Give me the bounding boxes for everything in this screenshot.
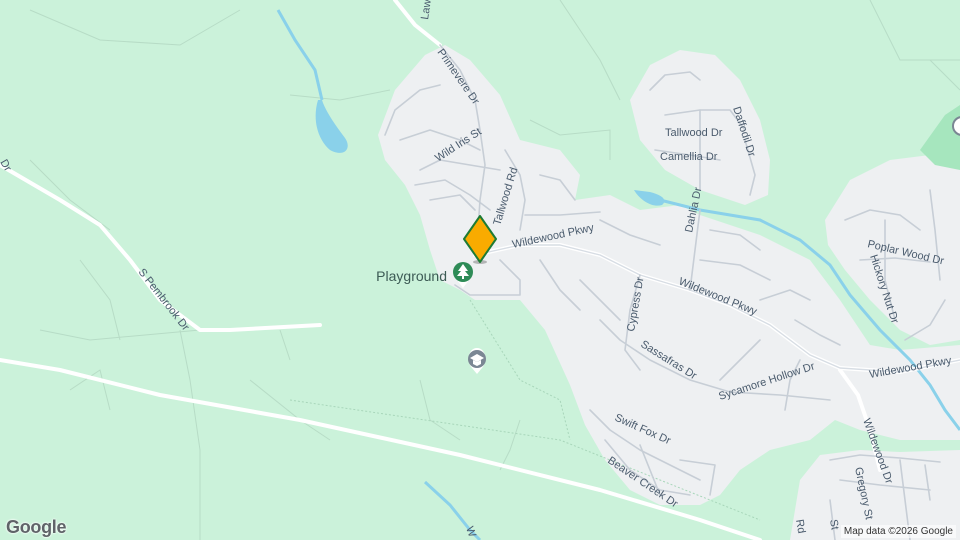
street-label-s-pembrook: S Pembrook Dr bbox=[136, 266, 192, 333]
map-layer: Lawn Primevere Dr Wild Iris St Tallwood … bbox=[0, 0, 960, 540]
playground-label: Playground bbox=[376, 268, 447, 284]
street-label-bottom-st: St bbox=[827, 518, 841, 530]
pond-2 bbox=[634, 190, 665, 206]
map-attribution: Map data ©2026 Google bbox=[840, 525, 956, 538]
google-logo[interactable]: Google bbox=[6, 517, 67, 538]
street-label-lawn: Lawn bbox=[419, 0, 435, 20]
map-canvas[interactable]: Lawn Primevere Dr Wild Iris St Tallwood … bbox=[0, 0, 960, 540]
street-label-tallwood-dr: Tallwood Dr bbox=[665, 127, 723, 139]
street-label-bottom-rd: Rd bbox=[793, 518, 807, 534]
school-poi[interactable] bbox=[468, 348, 486, 374]
street-label-camellia: Camellia Dr bbox=[660, 151, 718, 163]
pond bbox=[315, 100, 348, 153]
